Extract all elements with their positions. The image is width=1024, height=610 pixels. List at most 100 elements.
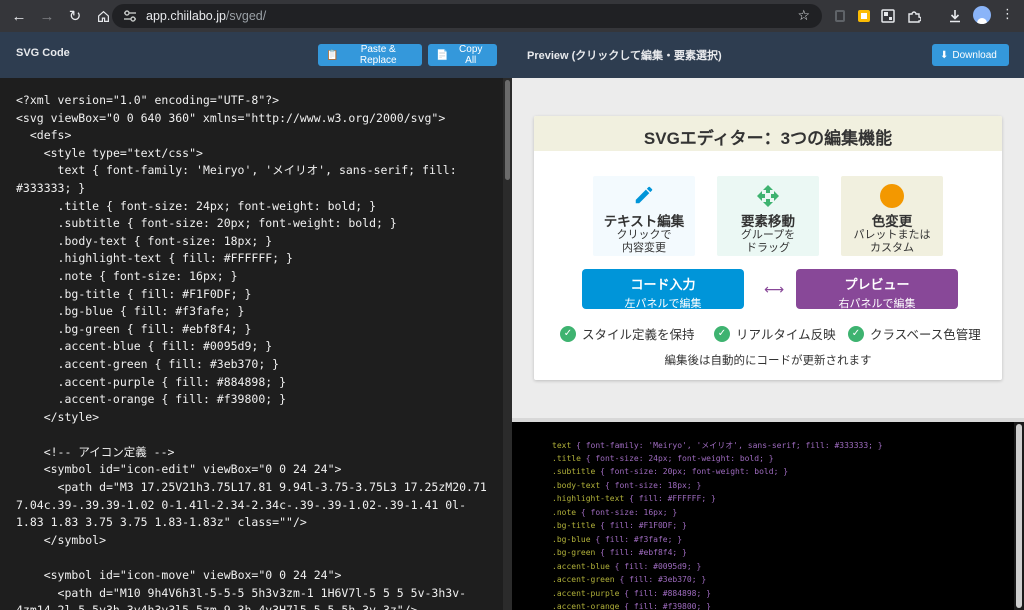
css-code-line[interactable]: .body-text { font-size: 18px; } (552, 481, 701, 490)
extension-icon[interactable] (830, 6, 850, 26)
css-selector: .highlight-text (552, 494, 625, 503)
css-declarations: { font-family: 'Meiryo', 'メイリオ', sans-se… (571, 441, 883, 450)
css-code-scrollbar[interactable] (1014, 422, 1024, 610)
css-code-line[interactable]: .title { font-size: 24px; font-weight: b… (552, 454, 774, 463)
feature-check[interactable]: ✓ リアルタイム反映 (714, 324, 836, 343)
url-host: app.chiilabo.jp (146, 9, 226, 23)
code-input-panel[interactable]: コード入力 左パネルで編集 (582, 269, 744, 310)
code-scrollbar[interactable] (503, 78, 512, 610)
css-selector: .accent-blue (552, 561, 610, 571)
css-selector: .accent-green (552, 575, 615, 584)
profile-avatar[interactable] (973, 6, 991, 24)
css-declarations: { fill: #0095d9; } (609, 561, 702, 571)
feature-heading: 要素移動 (741, 214, 795, 229)
menu-icon[interactable]: ⋮ (1001, 6, 1014, 22)
app-header: SVG Code 📋 Paste & Replace 📄 Copy All Pr… (0, 32, 1024, 78)
pencil-icon (593, 184, 695, 211)
preview-panel[interactable]: プレビュー 右パネルで編集 (796, 269, 958, 310)
css-selector: text (552, 441, 572, 450)
extension-icon[interactable] (878, 6, 898, 26)
panel-sub: 左パネルで編集 (624, 298, 702, 310)
feature-move[interactable]: 要素移動 グループを ドラッグ (717, 176, 819, 256)
css-code-line[interactable]: .bg-title { fill: #F1F0DF; } (552, 521, 687, 530)
feature-desc: クリックで 内容変更 (593, 229, 695, 255)
css-code-line[interactable]: .accent-blue { fill: #0095d9; } (552, 562, 701, 571)
css-selector: .title (552, 453, 581, 463)
feature-desc-line: 内容変更 (622, 242, 666, 254)
css-declarations: { font-size: 18px; } (600, 480, 702, 490)
feature-heading: 色変更 (871, 214, 913, 229)
css-selector: .accent-orange (552, 602, 620, 610)
preview-canvas[interactable]: SVGエディター：3つの編集機能 テキスト編集 クリックで 内容変更 要素移動 グ… (512, 78, 1024, 418)
double-arrow-icon: ⟷ (763, 281, 785, 297)
feature-desc-line: カスタム (870, 242, 914, 254)
feature-color[interactable]: 色変更 パレットまたは カスタム (841, 176, 943, 256)
feature-check[interactable]: ✓ スタイル定義を保持 (560, 324, 695, 343)
puzzle-icon[interactable] (904, 6, 924, 26)
check-label: クラスベース色管理 (870, 328, 981, 342)
check-icon: ✓ (714, 325, 730, 342)
css-declarations: { fill: #F1F0DF; } (595, 521, 687, 530)
feature-check[interactable]: ✓ クラスベース色管理 (848, 324, 981, 343)
css-code-line[interactable]: .subtitle { font-size: 20px; font-weight… (552, 467, 788, 476)
feature-heading: テキスト編集 (603, 214, 685, 229)
download-button[interactable]: ⬇ Download (932, 44, 1009, 66)
css-code-line[interactable]: .highlight-text { fill: #FFFFFF; } (552, 494, 716, 503)
feature-desc-line: パレットまたは (853, 229, 931, 241)
css-code-line[interactable]: .bg-blue { fill: #f3fafe; } (552, 535, 682, 544)
check-icon: ✓ (848, 325, 864, 342)
url-text: app.chiilabo.jp/svged/ (146, 9, 266, 23)
extension-icon[interactable] (854, 6, 874, 26)
css-selector: .note (552, 507, 577, 517)
svg-preview-card[interactable]: SVGエディター：3つの編集機能 テキスト編集 クリックで 内容変更 要素移動 グ… (534, 116, 1002, 380)
back-icon[interactable]: ← (6, 3, 32, 29)
preview-note[interactable]: 編集後は自動的にコードが更新されます (534, 352, 1002, 368)
preview-title[interactable]: SVGエディター：3つの編集機能 (534, 124, 1002, 149)
scrollbar-thumb[interactable] (1016, 424, 1022, 608)
paste-replace-button[interactable]: 📋 Paste & Replace (318, 44, 422, 66)
css-declarations: { fill: #ebf8f4; } (595, 548, 687, 557)
css-declarations: { font-size: 24px; font-weight: bold; } (580, 453, 774, 463)
preview-pane-title: Preview (クリックして編集・要素選択) (527, 50, 722, 62)
css-code-line[interactable]: .accent-orange { fill: #f39800; } (552, 602, 711, 610)
url-path: /svged/ (225, 9, 267, 23)
check-label: スタイル定義を保持 (582, 328, 695, 342)
css-code-line[interactable]: .accent-purple { fill: #884898; } (552, 589, 711, 598)
site-info-icon[interactable] (120, 8, 140, 24)
svg-code-text[interactable]: <?xml version="1.0" encoding="UTF-8"?> <… (16, 92, 491, 610)
css-code-line[interactable]: .bg-green { fill: #ebf8f4; } (552, 548, 687, 557)
panel-sub: 右パネルで編集 (838, 298, 916, 310)
css-code-line[interactable]: text { font-family: 'Meiryo', 'メイリオ', sa… (552, 440, 883, 451)
code-pane-title: SVG Code (16, 47, 70, 59)
reload-icon[interactable]: ↻ (62, 3, 88, 29)
css-declarations: { fill: #3eb370; } (614, 575, 707, 584)
css-selector: .bg-green (552, 548, 596, 557)
address-bar[interactable]: app.chiilabo.jp/svged/ ☆ (112, 4, 822, 28)
panel-heading: プレビュー (844, 277, 910, 292)
copy-all-button[interactable]: 📄 Copy All (428, 44, 497, 66)
css-declarations: { fill: #884898; } (619, 588, 711, 598)
css-declarations: { font-size: 20px; font-weight: bold; } (595, 467, 789, 476)
css-declarations: { font-size: 16px; } (576, 507, 678, 517)
css-selector: .accent-purple (552, 588, 620, 598)
feature-desc-line: グループを (740, 229, 796, 241)
css-code-view[interactable]: text { font-family: 'Meiryo', 'メイリオ', sa… (512, 422, 1014, 610)
download-arrow-icon: ⬇ (940, 49, 949, 61)
css-code-line[interactable]: .accent-green { fill: #3eb370; } (552, 575, 706, 584)
color-dot-icon (841, 184, 943, 213)
check-label: リアルタイム反映 (736, 328, 836, 342)
copy-icon: 📄 (436, 49, 449, 61)
feature-desc-line: ドラッグ (746, 242, 790, 254)
download-icon[interactable] (945, 6, 965, 26)
bookmark-star-icon[interactable]: ☆ (797, 7, 810, 24)
scrollbar-thumb[interactable] (505, 80, 510, 180)
css-code-line[interactable]: .note { font-size: 16px; } (552, 508, 677, 517)
download-label: Download (952, 49, 997, 61)
css-declarations: { fill: #f3fafe; } (590, 534, 683, 544)
feature-text-edit[interactable]: テキスト編集 クリックで 内容変更 (593, 176, 695, 256)
paste-replace-label: Paste & Replace (359, 44, 397, 66)
move-icon (717, 184, 819, 213)
css-selector: .body-text (552, 480, 601, 490)
svg-code-editor[interactable]: <?xml version="1.0" encoding="UTF-8"?> <… (0, 78, 503, 610)
forward-icon[interactable]: → (34, 3, 60, 29)
